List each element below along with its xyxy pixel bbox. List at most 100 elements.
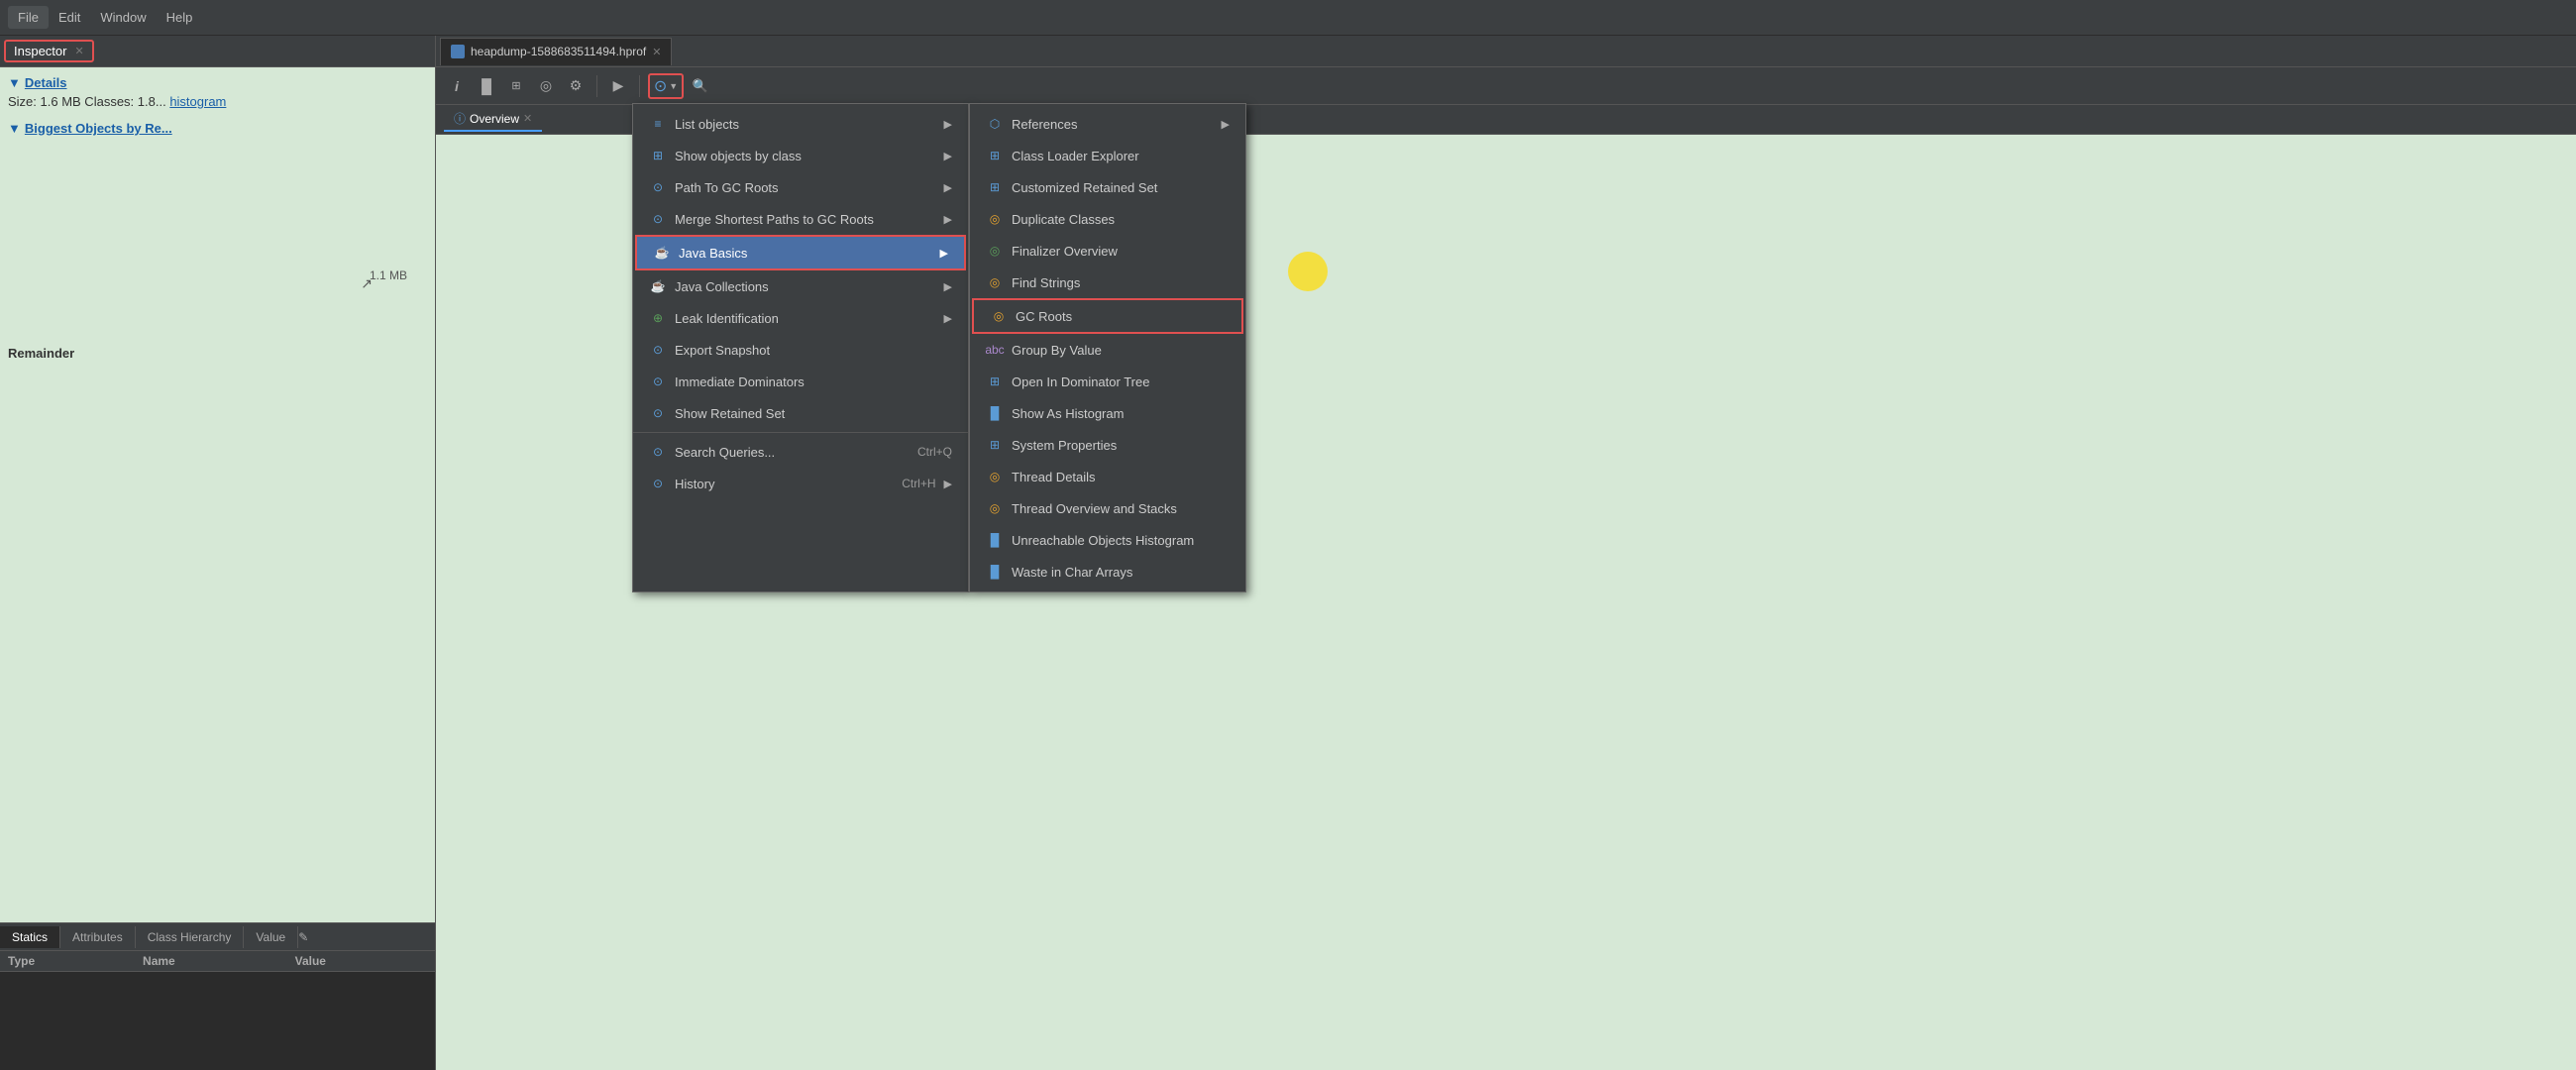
query-icon: ⊙ <box>654 76 667 96</box>
histogram-icon: ▐▌ <box>986 404 1004 422</box>
group-icon: abc <box>986 341 1004 359</box>
find-strings-label: Find Strings <box>1012 275 1080 290</box>
path-gc-label: Path To GC Roots <box>675 180 779 195</box>
toolbar-chart-btn[interactable]: ▐▌ <box>474 73 499 99</box>
biggest-arrow: ▼ <box>8 121 21 136</box>
submenu-group-by-value[interactable]: abc Group By Value <box>970 334 1245 366</box>
menu-item-java-collections[interactable]: ☕ Java Collections ▶ <box>633 270 968 302</box>
show-objects-label: Show objects by class <box>675 149 802 163</box>
submenu-customized-retained[interactable]: ⊞ Customized Retained Set <box>970 171 1245 203</box>
submenu-duplicate-classes[interactable]: ◎ Duplicate Classes <box>970 203 1245 235</box>
show-retained-label: Show Retained Set <box>675 406 785 421</box>
merge-chevron: ▶ <box>944 213 952 226</box>
toolbar-info-btn[interactable]: i <box>444 73 470 99</box>
chart-icon: ▐▌ <box>477 78 496 94</box>
menu-item-merge-shortest[interactable]: ⊙ Merge Shortest Paths to GC Roots ▶ <box>633 203 968 235</box>
tab-statics[interactable]: Statics <box>0 926 60 948</box>
java-basics-chevron: ▶ <box>940 247 948 260</box>
play-icon: ▶ <box>613 77 624 94</box>
menu-item-immediate-dom[interactable]: ⊙ Immediate Dominators <box>633 366 968 397</box>
history-label: History <box>675 477 714 491</box>
submenu-class-loader[interactable]: ⊞ Class Loader Explorer <box>970 140 1245 171</box>
histogram-link[interactable]: histogram <box>169 94 226 109</box>
submenu-unreachable[interactable]: ▐▌ Unreachable Objects Histogram <box>970 524 1245 556</box>
biggest-objects-header: ▼ Biggest Objects by Re... <box>8 121 427 136</box>
menu-item-java-basics[interactable]: ☕ Java Basics ▶ <box>635 235 966 270</box>
merge-label: Merge Shortest Paths to GC Roots <box>675 212 874 227</box>
toolbar-list-btn[interactable]: ⊞ <box>503 73 529 99</box>
toolbar-settings-btn[interactable]: ⚙ <box>563 73 589 99</box>
overview-icon: ⓘ <box>454 110 466 127</box>
submenu-references[interactable]: ⬡ References ▶ <box>970 108 1245 140</box>
customized-label: Customized Retained Set <box>1012 180 1157 195</box>
java-collections-icon: ☕ <box>649 277 667 295</box>
inspector-tab[interactable]: Inspector <box>14 44 66 58</box>
menu-item-export[interactable]: ⊙ Export Snapshot <box>633 334 968 366</box>
toolbar-play-btn[interactable]: ▶ <box>605 73 631 99</box>
bottom-tabs: Statics Attributes Class Hierarchy Value… <box>0 922 435 1070</box>
search-icon: 🔍 <box>693 78 708 94</box>
menu-item-show-retained[interactable]: ⊙ Show Retained Set <box>633 397 968 429</box>
dropdown-overlay: ≡ List objects ▶ ⊞ Show objects by class… <box>632 103 1246 592</box>
properties-table: Type Name Value <box>0 951 435 972</box>
arrow-annotation: ↗ <box>361 275 373 292</box>
menu-item-search-queries[interactable]: ⊙ Search Queries... Ctrl+Q <box>633 436 968 468</box>
menu-item-show-objects[interactable]: ⊞ Show objects by class ▶ <box>633 140 968 171</box>
overview-tab[interactable]: ⓘ Overview ✕ <box>444 107 542 132</box>
gc-roots-icon: ◎ <box>990 307 1008 325</box>
menu-item-leak[interactable]: ⊕ Leak Identification ▶ <box>633 302 968 334</box>
export-icon: ⊙ <box>649 341 667 359</box>
toolbar-search-btn[interactable]: 🔍 <box>688 73 713 99</box>
tab-attributes[interactable]: Attributes <box>60 926 136 948</box>
inspector-content: ▼ Details Size: 1.6 MB Classes: 1.8... h… <box>0 67 435 922</box>
retained-icon: ⊙ <box>649 404 667 422</box>
inspector-tab-close[interactable]: ✕ <box>74 45 83 57</box>
menu-item-path-to-gc[interactable]: ⊙ Path To GC Roots ▶ <box>633 171 968 203</box>
path-gc-chevron: ▶ <box>944 181 952 194</box>
submenu-thread-overview[interactable]: ◎ Thread Overview and Stacks <box>970 492 1245 524</box>
submenu-open-dominator-tree[interactable]: ⊞ Open In Dominator Tree <box>970 366 1245 397</box>
menu-item-history[interactable]: ⊙ History Ctrl+H ▶ <box>633 468 968 499</box>
overview-tab-close[interactable]: ✕ <box>523 112 532 125</box>
tab-class-hierarchy[interactable]: Class Hierarchy <box>136 926 245 948</box>
chart-area: 1.1 MB ↗ <box>8 144 427 342</box>
details-section: ▼ Details Size: 1.6 MB Classes: 1.8... h… <box>8 75 427 109</box>
search-queries-icon: ⊙ <box>649 443 667 461</box>
size-annotation: 1.1 MB <box>370 268 407 282</box>
submenu-thread-details[interactable]: ◎ Thread Details <box>970 461 1245 492</box>
col-value: Value <box>287 951 435 972</box>
imm-dom-icon: ⊙ <box>649 373 667 390</box>
menu-help[interactable]: Help <box>157 6 203 29</box>
submenu-waste-char[interactable]: ▐▌ Waste in Char Arrays <box>970 556 1245 588</box>
tab-value[interactable]: Value <box>244 926 298 948</box>
file-tab-bar: heapdump-1588683511494.hprof ✕ <box>436 36 2576 67</box>
toolbar-objects-btn[interactable]: ◎ <box>533 73 559 99</box>
bottom-tab-bar: Statics Attributes Class Hierarchy Value… <box>0 923 435 951</box>
edit-icon[interactable]: ✎ <box>298 930 308 944</box>
show-objects-chevron: ▶ <box>944 150 952 162</box>
submenu-gc-roots[interactable]: ◎ GC Roots <box>972 298 1243 334</box>
submenu-find-strings[interactable]: ◎ Find Strings <box>970 267 1245 298</box>
list-objects-label: List objects <box>675 117 739 132</box>
history-icon: ⊙ <box>649 475 667 492</box>
submenu-show-histogram[interactable]: ▐▌ Show As Histogram <box>970 397 1245 429</box>
leak-icon: ⊕ <box>649 309 667 327</box>
menu-file[interactable]: File <box>8 6 49 29</box>
file-tab[interactable]: heapdump-1588683511494.hprof ✕ <box>440 38 672 65</box>
submenu-system-props[interactable]: ⊞ System Properties <box>970 429 1245 461</box>
menu-window[interactable]: Window <box>90 6 156 29</box>
finalizer-icon: ◎ <box>986 242 1004 260</box>
menu-item-list-objects[interactable]: ≡ List objects ▶ <box>633 108 968 140</box>
file-tab-label: heapdump-1588683511494.hprof <box>471 45 646 58</box>
submenu-finalizer[interactable]: ◎ Finalizer Overview <box>970 235 1245 267</box>
file-tab-close[interactable]: ✕ <box>652 46 661 58</box>
sys-props-icon: ⊞ <box>986 436 1004 454</box>
file-tab-icon <box>451 45 465 58</box>
refs-icon: ⬡ <box>986 115 1004 133</box>
list-icon: ⊞ <box>511 79 520 92</box>
menu-edit[interactable]: Edit <box>49 6 90 29</box>
history-shortcut: Ctrl+H <box>902 477 935 490</box>
search-queries-shortcut: Ctrl+Q <box>917 445 952 459</box>
toolbar-query-btn[interactable]: ⊙ ▼ <box>648 73 684 99</box>
details-label[interactable]: Details <box>25 75 67 90</box>
